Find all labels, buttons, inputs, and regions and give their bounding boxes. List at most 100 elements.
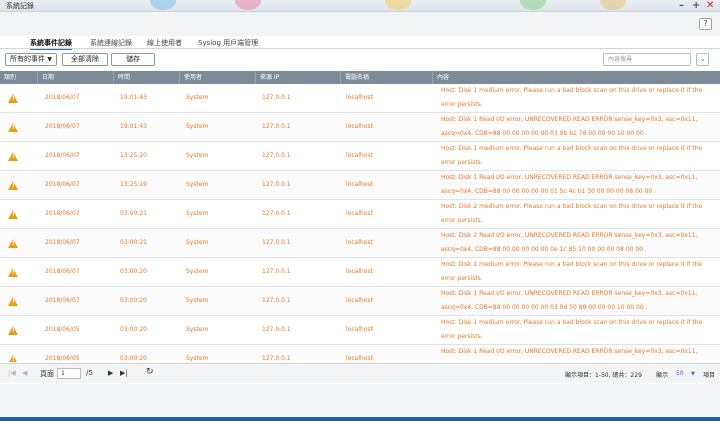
decorative-blob [235,0,261,10]
cell-computer-name: localhost [346,297,373,304]
maximize-button[interactable]: + [692,0,700,12]
warning-icon [8,123,18,132]
cell-source-ip: 127.0.0.1 [262,152,291,159]
cell-source-ip: 127.0.0.1 [262,123,291,130]
cell-source-ip: 127.0.0.1 [262,239,291,246]
column-header-date[interactable]: 日期 [37,71,113,84]
cell-user: System [186,297,209,304]
cell-source-ip: 127.0.0.1 [262,181,291,188]
warning-icon [8,210,18,219]
table-row[interactable]: 2018/06/07 03:00:20 System 127.0.0.1 localho… [0,258,720,287]
cell-user: System [186,94,209,101]
page-number-input[interactable]: 1 [57,368,81,379]
cell-content: Host: Disk 1 Read I/O error, UNRECOVERED… [441,290,698,311]
toolbar: 所有的事件 ▼ 全部清除 儲存 內容搜尋 ⌄ [0,50,720,70]
cell-computer-name: localhost [346,152,373,159]
header-area: ? [0,12,720,36]
cell-date: 2018/06/07 [45,181,80,188]
cell-user: System [186,152,209,159]
cell-time: 03:00:21 [120,210,147,217]
cell-user: System [186,326,209,333]
cell-user: System [186,355,209,362]
content-search-input[interactable]: 內容搜尋 [603,53,691,66]
cell-source-ip: 127.0.0.1 [262,210,291,217]
table-row[interactable]: 2018/06/05 03:00:20 System 127.0.0.1 localho… [0,345,720,362]
warning-icon [8,326,18,335]
cell-date: 2018/06/07 [45,94,80,101]
column-header-content[interactable]: 內容 [432,71,720,84]
cell-date: 2018/06/07 [45,268,80,275]
cell-content: Host: Disk 1 medium error. Please run a … [441,319,703,340]
double-chevron-down-icon: ⌄ [699,55,706,63]
table-row[interactable]: 2018/06/07 19:01:43 System 127.0.0.1 localho… [0,84,720,113]
tab-syslog-client[interactable]: Syslog 用戶端管理 [198,38,258,48]
cell-time: 13:25:19 [120,181,147,188]
column-header-source-ip[interactable]: 來源 IP [255,71,340,84]
event-filter-select[interactable]: 所有的事件 ▼ [5,53,57,66]
cell-computer-name: localhost [346,326,373,333]
prev-page-button[interactable]: ◀ [22,369,27,377]
warning-icon [8,239,18,248]
warning-icon [8,355,18,362]
cell-content: Host: Disk 1 Read I/O error, UNRECOVERED… [441,116,698,137]
clear-all-button[interactable]: 全部清除 [62,53,108,66]
table-row[interactable]: 2018/06/07 03:00:20 System 127.0.0.1 localho… [0,287,720,316]
last-page-button[interactable]: ▶| [120,369,128,377]
cell-content: Host: Disk 2 medium error. Please run a … [441,203,703,224]
cell-time: 19:01:43 [120,94,147,101]
cell-date: 2018/06/05 [45,326,80,333]
column-header-category[interactable]: 類別 [0,71,37,84]
cell-user: System [186,210,209,217]
dropdown-arrow-icon: ▼ [47,56,52,63]
per-page-select[interactable]: 50 [676,370,684,377]
cell-user: System [186,181,209,188]
cell-time: 03:00:20 [120,326,147,333]
cell-date: 2018/06/07 [45,210,80,217]
table-header: 類別 日期 時間 使用者 來源 IP 電腦名稱 內容 [0,71,720,84]
table-row[interactable]: 2018/06/07 03:00:21 System 127.0.0.1 localho… [0,200,720,229]
table-row[interactable]: 2018/06/07 13:25:20 System 127.0.0.1 localho… [0,142,720,171]
column-header-computer-name[interactable]: 電腦名稱 [340,71,432,84]
cell-date: 2018/06/07 [45,123,80,130]
window-titlebar: 系統記錄 – + ✕ [0,0,720,12]
decorative-blob [600,0,626,10]
cell-source-ip: 127.0.0.1 [262,297,291,304]
cell-source-ip: 127.0.0.1 [262,355,291,362]
decorative-blob [150,0,176,10]
help-button[interactable]: ? [699,18,712,30]
table-row[interactable]: 2018/06/07 19:01:43 System 127.0.0.1 localho… [0,113,720,142]
taskbar-strip [0,417,720,421]
save-button[interactable]: 儲存 [111,53,155,66]
cell-user: System [186,123,209,130]
table-row[interactable]: 2018/06/07 03:00:21 System 127.0.0.1 localho… [0,229,720,258]
cell-computer-name: localhost [346,181,373,188]
warning-icon [8,181,18,190]
cell-computer-name: localhost [346,94,373,101]
table-row[interactable]: 2018/06/05 03:00:20 System 127.0.0.1 localho… [0,316,720,345]
event-filter-label: 所有的事件 [10,55,45,63]
window-footer [0,384,720,417]
cell-content: Host: Disk 1 medium error. Please run a … [441,145,703,166]
cell-computer-name: localhost [346,268,373,275]
cell-computer-name: localhost [346,210,373,217]
warning-icon [8,152,18,161]
cell-source-ip: 127.0.0.1 [262,326,291,333]
refresh-icon[interactable]: ↻ [146,367,154,377]
cell-computer-name: localhost [346,239,373,246]
minimize-button[interactable]: – [679,0,684,12]
tab-connection-logs[interactable]: 系統連線記錄 [90,38,132,48]
page-label: 頁面 [40,370,54,378]
items-summary: 顯示項目：1-50, 總共：229 [565,372,642,379]
window-title: 系統記錄 [6,2,34,10]
cell-time: 03:00:20 [120,297,147,304]
per-page-dropdown-icon[interactable]: ▼ [691,371,695,377]
cell-date: 2018/06/07 [45,152,80,159]
advanced-filter-button[interactable]: ⌄ [696,53,709,66]
table-row[interactable]: 2018/06/07 13:25:19 System 127.0.0.1 localho… [0,171,720,200]
next-page-button[interactable]: ▶ [108,369,113,377]
first-page-button[interactable]: |◀ [8,369,16,377]
column-header-time[interactable]: 時間 [113,71,179,84]
column-header-user[interactable]: 使用者 [179,71,255,84]
close-button[interactable]: ✕ [706,0,714,12]
tab-online-users[interactable]: 線上使用者 [147,38,182,48]
